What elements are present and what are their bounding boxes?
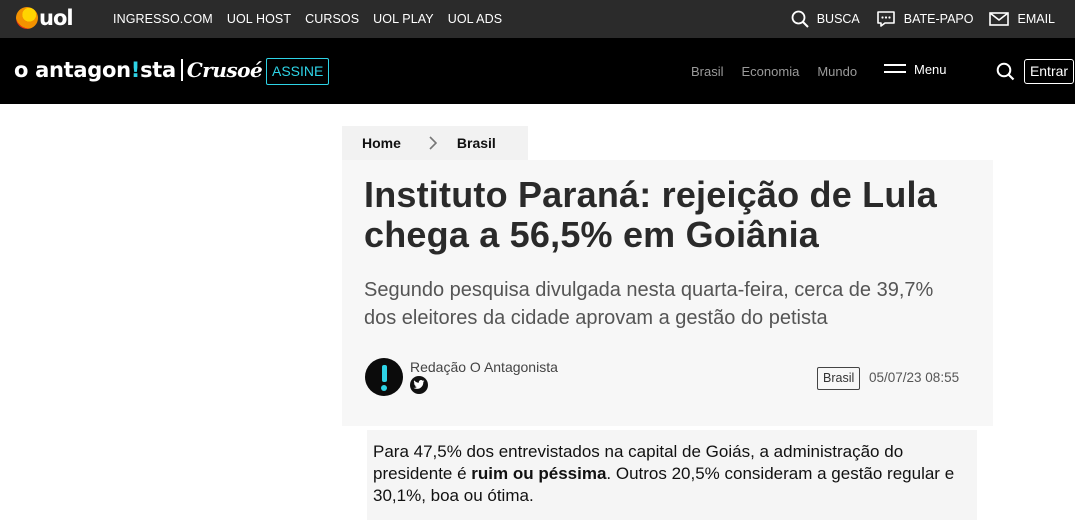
nav-brasil[interactable]: Brasil — [691, 64, 724, 79]
mail-icon — [989, 12, 1010, 26]
logo-divider — [180, 59, 183, 81]
uol-batepapo-label: BATE-PAPO — [903, 12, 974, 26]
assine-button[interactable]: ASSINE — [266, 58, 330, 85]
article-header: Instituto Paraná: rejeição de Lula chega… — [342, 160, 993, 426]
main-nav: Brasil Economia Mundo — [691, 38, 875, 104]
search-icon — [996, 62, 1015, 81]
nav-economia[interactable]: Economia — [742, 64, 800, 79]
uol-busca-button[interactable]: BUSCA — [791, 10, 860, 28]
logo-text-pre: o antagon — [14, 58, 131, 82]
uol-right-actions: BUSCA BATE-PAPO EMAIL — [775, 0, 1055, 38]
uol-link-play[interactable]: UOL PLAY — [373, 12, 434, 26]
chat-icon — [876, 11, 895, 27]
breadcrumb-home[interactable]: Home — [362, 135, 401, 151]
article-paragraph: Para 47,5% dos entrevistados na capital … — [373, 441, 963, 507]
paragraph-bold: ruim ou péssima — [471, 464, 607, 483]
author-name[interactable]: Redação O Antagonista — [410, 359, 558, 375]
header-search-button[interactable] — [996, 62, 1015, 86]
hamburger-icon — [884, 63, 906, 76]
uol-busca-label: BUSCA — [816, 12, 860, 26]
menu-button[interactable]: Menu — [884, 62, 947, 77]
breadcrumb-section[interactable]: Brasil — [457, 135, 496, 151]
crusoe-logo: Crusoé — [186, 58, 263, 82]
breadcrumb: Home Brasil — [342, 126, 528, 160]
logo-text-post: sta — [140, 58, 176, 82]
logo-bang: ! — [130, 58, 141, 82]
uol-ball-icon — [16, 7, 38, 29]
uol-link-cursos[interactable]: CURSOS — [305, 12, 359, 26]
uol-logo-text: uol — [39, 6, 74, 30]
twitter-icon[interactable] — [410, 376, 428, 394]
publish-date: 05/07/23 08:55 — [869, 370, 960, 385]
article-subtitle: Segundo pesquisa divulgada nesta quarta-… — [364, 279, 934, 329]
nav-mundo[interactable]: Mundo — [817, 64, 857, 79]
avatar-bang-bar — [381, 365, 387, 382]
uol-logo[interactable]: uol — [16, 6, 74, 30]
site-header: o antagon!sta Crusoé ASSINE Brasil Econo… — [0, 38, 1075, 104]
chevron-right-icon — [429, 136, 437, 150]
author-avatar[interactable] — [365, 358, 403, 396]
uol-link-host[interactable]: UOL HOST — [227, 12, 291, 26]
category-tag[interactable]: Brasil — [817, 367, 861, 390]
antagonista-logo: o antagon!sta — [14, 58, 176, 82]
uol-link-ads[interactable]: UOL ADS — [448, 12, 502, 26]
uol-email-label: EMAIL — [1017, 12, 1055, 26]
login-button[interactable]: Entrar — [1024, 59, 1074, 84]
brand-logo[interactable]: o antagon!sta Crusoé — [14, 58, 263, 82]
uol-batepapo-button[interactable]: BATE-PAPO — [876, 10, 974, 28]
menu-label: Menu — [914, 62, 947, 77]
uol-email-button[interactable]: EMAIL — [989, 11, 1055, 27]
article-title: Instituto Paraná: rejeição de Lula chega… — [364, 174, 937, 255]
article-body: Para 47,5% dos entrevistados na capital … — [367, 430, 977, 520]
avatar-bang-dot — [381, 385, 387, 391]
uol-link-ingresso[interactable]: INGRESSO.COM — [113, 12, 213, 26]
search-icon — [791, 10, 809, 28]
uol-top-bar: uol INGRESSO.COM UOL HOST CURSOS UOL PLA… — [0, 0, 1075, 38]
uol-links: INGRESSO.COM UOL HOST CURSOS UOL PLAY UO… — [113, 0, 516, 38]
